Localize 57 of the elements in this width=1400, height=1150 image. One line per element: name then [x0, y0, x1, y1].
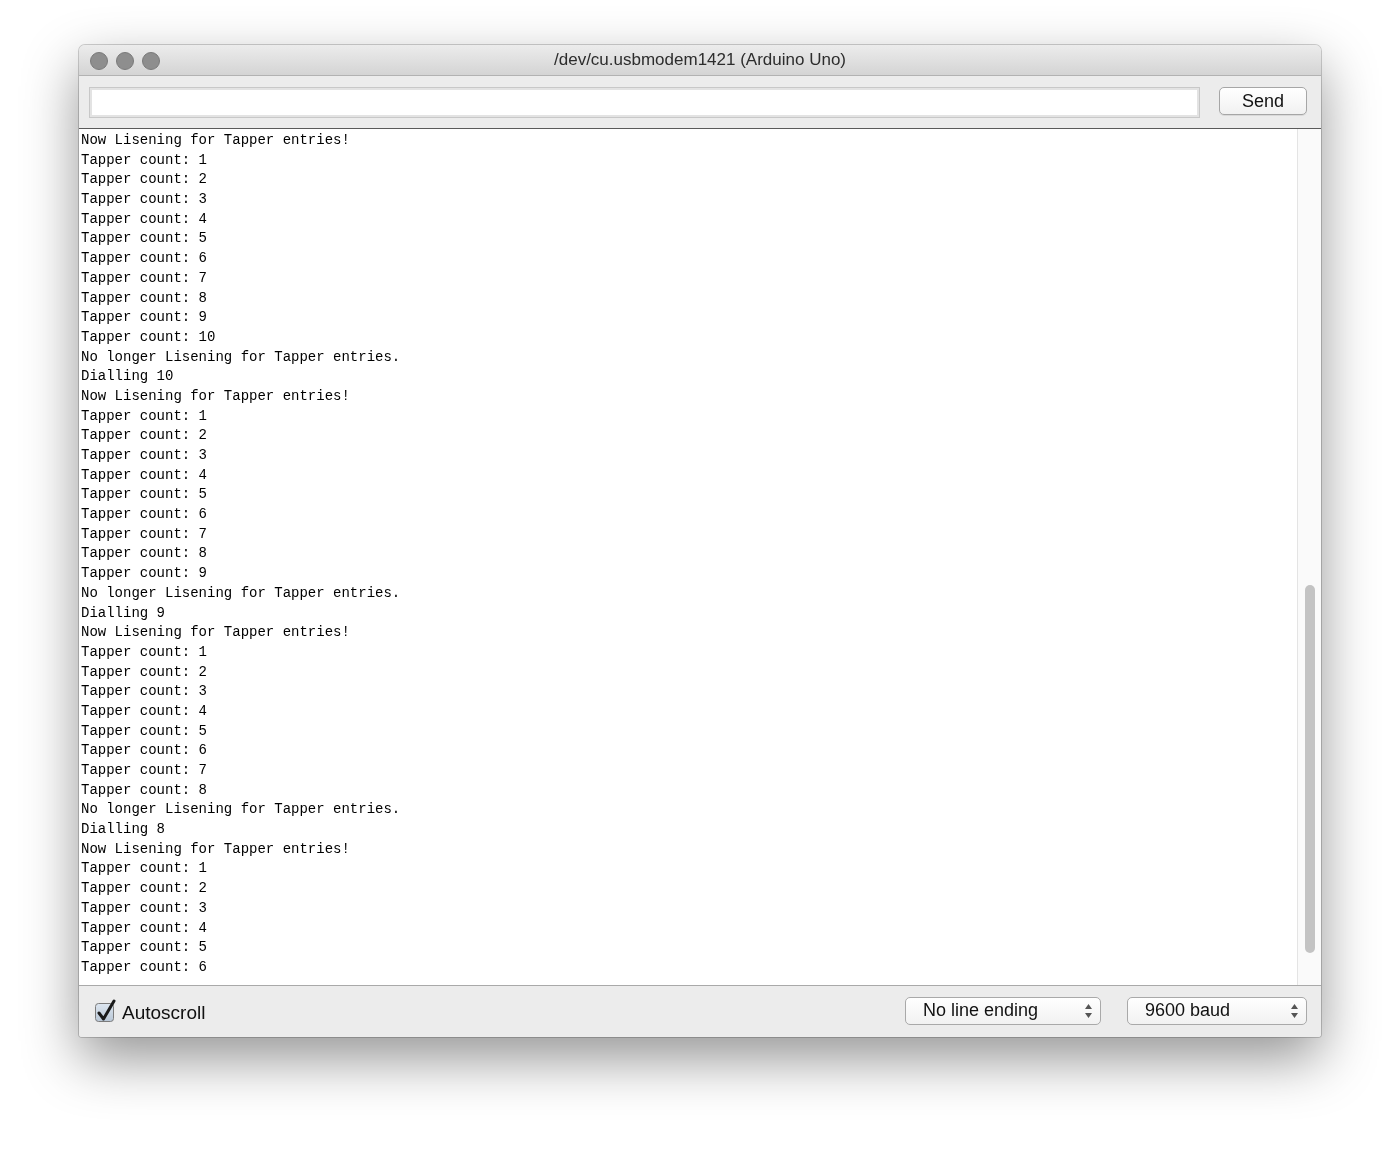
- output-line: Dialling 9: [81, 603, 165, 623]
- output-line: No longer Lisening for Tapper entries.: [81, 347, 401, 367]
- output-line: Tapper count: 5: [81, 721, 208, 741]
- output-line: Tapper count: 5: [81, 485, 208, 505]
- updown-arrows-icon: [1085, 1003, 1092, 1018]
- output-line: Tapper count: 2: [81, 879, 208, 899]
- output-line: Tapper count: 8: [81, 288, 208, 308]
- output-line: Tapper count: 3: [81, 446, 208, 465]
- baud-rate-dropdown[interactable]: 9600 baud: [1127, 996, 1307, 1025]
- updown-arrows-icon: [1291, 1003, 1298, 1018]
- output-line: Tapper count: 2: [81, 170, 208, 190]
- autoscroll-checkbox[interactable]: [95, 998, 117, 1023]
- output-line: Tapper count: 1: [81, 859, 208, 879]
- output-line: Tapper count: 8: [81, 780, 208, 800]
- output-line: Tapper count: 4: [81, 701, 208, 721]
- output-line: Now Lisening for Tapper entries!: [81, 131, 350, 150]
- output-line: Tapper count: 5: [81, 229, 208, 249]
- output-line: Now Lisening for Tapper entries!: [81, 386, 350, 406]
- output-line: Tapper count: 8: [81, 544, 208, 564]
- output-line: Tapper count: 7: [81, 524, 208, 544]
- output-line: Now Lisening for Tapper entries!: [81, 623, 350, 643]
- output-line: Tapper count: 2: [81, 662, 208, 682]
- window-close-icon[interactable]: [90, 52, 108, 70]
- output-line: Tapper count: 1: [81, 642, 208, 662]
- output-line: Tapper count: 9: [81, 564, 208, 584]
- output-line: Tapper count: 6: [81, 957, 208, 977]
- output-line: Tapper count: 1: [81, 150, 208, 170]
- output-line: Tapper count: 4: [81, 918, 208, 938]
- window-title: /dev/cu.usbmodem1421 (Arduino Uno): [554, 50, 846, 70]
- output-line: Tapper count: 10: [81, 327, 216, 347]
- output-line: Tapper count: 6: [81, 505, 208, 525]
- output-line: Tapper count: 2: [81, 426, 208, 446]
- output-line: Tapper count: 4: [81, 465, 208, 485]
- output-line: Tapper count: 3: [81, 190, 208, 210]
- output-line: Tapper count: 9: [81, 308, 208, 328]
- output-line: Tapper count: 7: [81, 268, 208, 288]
- output-line: Tapper count: 1: [81, 406, 208, 426]
- output-line: No longer Lisening for Tapper entries.: [81, 800, 401, 820]
- output-line: Tapper count: 3: [81, 898, 208, 918]
- output-line: Now Lisening for Tapper entries!: [81, 839, 350, 859]
- output-line: Tapper count: 6: [81, 741, 208, 761]
- autoscroll-label: Autoscroll: [122, 1001, 206, 1024]
- line-ending-dropdown[interactable]: No line ending: [905, 996, 1101, 1025]
- window-zoom-icon[interactable]: [142, 52, 160, 70]
- output-line: Tapper count: 6: [81, 249, 208, 269]
- output-line: No longer Lisening for Tapper entries.: [81, 583, 401, 603]
- input-field[interactable]: [89, 87, 1200, 118]
- output-line: Tapper count: 4: [81, 209, 208, 229]
- output-line: Tapper count: 7: [81, 761, 208, 780]
- window-minimize-icon[interactable]: [116, 52, 134, 70]
- output-line: Dialling 10: [81, 367, 174, 387]
- output-line: Dialling 8: [81, 820, 165, 840]
- send-button[interactable]: Send: [1219, 87, 1307, 115]
- scrollbar-thumb[interactable]: [1304, 585, 1315, 953]
- output-line: Tapper count: 3: [81, 682, 208, 702]
- scrollbar-track[interactable]: [1297, 129, 1321, 985]
- output-line: Tapper count: 5: [81, 938, 208, 958]
